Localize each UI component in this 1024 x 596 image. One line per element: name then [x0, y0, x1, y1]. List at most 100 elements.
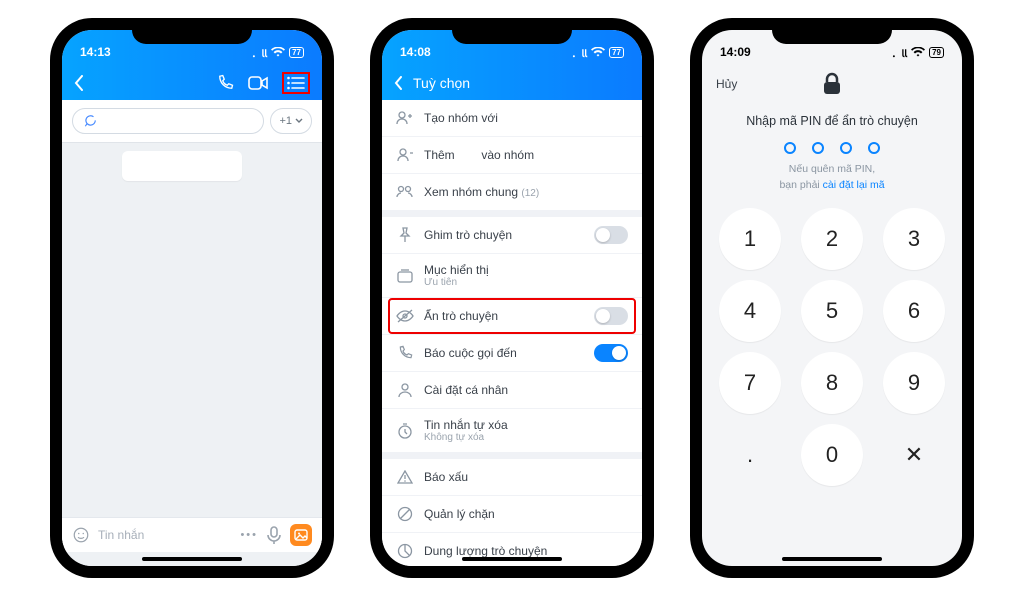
row-report[interactable]: Báo xấu: [382, 459, 642, 496]
call-icon[interactable]: [216, 74, 234, 92]
key-1[interactable]: 1: [719, 208, 781, 270]
key-3[interactable]: 3: [883, 208, 945, 270]
key-0[interactable]: 0: [801, 424, 863, 486]
clock: 14:08: [400, 45, 431, 59]
person-add-icon: [396, 146, 414, 164]
row-pin[interactable]: Ghim trò chuyện: [382, 217, 642, 254]
key-5[interactable]: 5: [801, 280, 863, 342]
status-right: ．𝗅𝗅 77: [572, 45, 624, 60]
back-button[interactable]: [74, 75, 84, 91]
pin-hint: Nếu quên mã PIN, bạn phải cài đặt lại mã: [702, 162, 962, 194]
wifi-icon: [591, 47, 605, 57]
signal-icon: ．𝗅𝗅: [252, 45, 268, 60]
phone-frame-3: 14:09 ．𝗅𝗅 79 Hủy Nhập mã PIN để ẩn trò c…: [692, 20, 972, 576]
sticker-icon[interactable]: [72, 526, 90, 544]
home-indicator: [782, 557, 882, 561]
row-create-group[interactable]: Tạo nhóm với: [382, 100, 642, 137]
phone-frame-2: 14:08 ．𝗅𝗅 77 Tuỳ chọn Tạo nhóm với: [372, 20, 652, 576]
block-icon: [396, 505, 414, 523]
pin-dots: [702, 142, 962, 154]
signal-icon: ．𝗅𝗅: [572, 45, 588, 60]
back-button[interactable]: [394, 76, 403, 90]
message-card: [122, 151, 242, 181]
clock: 14:13: [80, 45, 111, 59]
call-alert-toggle[interactable]: [594, 344, 628, 362]
row-storage[interactable]: Dung lượng trò chuyện: [382, 533, 642, 566]
mic-icon[interactable]: [266, 526, 282, 544]
chat-body: +1 Tin nhắn •••: [62, 100, 322, 566]
display-icon: [396, 267, 414, 285]
groups-icon: [396, 183, 414, 201]
battery-icon: 77: [609, 47, 624, 58]
cancel-button[interactable]: Hủy: [716, 77, 737, 91]
wifi-icon: [271, 47, 285, 57]
image-icon: [294, 529, 308, 541]
screen-3: 14:09 ．𝗅𝗅 79 Hủy Nhập mã PIN để ẩn trò c…: [702, 30, 962, 566]
menu-list-icon: [287, 76, 305, 90]
message-input[interactable]: Tin nhắn: [98, 528, 232, 542]
phone-frame-1: 14:13 ．𝗅𝗅 77: [52, 20, 332, 576]
row-block[interactable]: Quản lý chặn: [382, 496, 642, 533]
settings-person-icon: [396, 381, 414, 399]
pin-dot: [840, 142, 852, 154]
row-hide-chat[interactable]: Ẩn trò chuyện: [382, 298, 642, 335]
pin-dot: [868, 142, 880, 154]
notch: [452, 20, 572, 44]
home-indicator: [142, 557, 242, 561]
row-shared-groups[interactable]: Xem nhóm chung (12): [382, 174, 642, 211]
pin-icon: [396, 226, 414, 244]
chat-nav: [62, 66, 322, 100]
plus-one-badge[interactable]: +1: [270, 108, 312, 134]
search-chip[interactable]: [72, 108, 264, 134]
key-delete[interactable]: ✕: [883, 424, 945, 486]
screen-1: 14:13 ．𝗅𝗅 77: [62, 30, 322, 566]
row-add-to-group[interactable]: Thêm vào nhóm: [382, 137, 642, 174]
signal-icon: ．𝗅𝗅: [892, 45, 908, 60]
options-nav: Tuỳ chọn: [382, 66, 642, 100]
status-right: ．𝗅𝗅 77: [252, 45, 304, 60]
wifi-icon: [911, 47, 925, 57]
call-alert-icon: [396, 344, 414, 362]
key-9[interactable]: 9: [883, 352, 945, 414]
eye-off-icon: [396, 307, 414, 325]
more-icon[interactable]: •••: [240, 529, 258, 541]
home-indicator: [462, 557, 562, 561]
key-4[interactable]: 4: [719, 280, 781, 342]
pin-title: Nhập mã PIN để ẩn trò chuyện: [702, 114, 962, 128]
key-6[interactable]: 6: [883, 280, 945, 342]
video-icon[interactable]: [248, 76, 268, 90]
options-list: Tạo nhóm với Thêm vào nhóm Xem nhóm chun…: [382, 100, 642, 566]
chip-row: +1: [62, 100, 322, 143]
pin-dot: [784, 142, 796, 154]
pin-dot: [812, 142, 824, 154]
hide-toggle[interactable]: [594, 307, 628, 325]
row-auto-delete[interactable]: Tin nhắn tự xóaKhông tự xóa: [382, 409, 642, 453]
reset-link[interactable]: cài đặt lại mã: [823, 179, 885, 191]
notch: [132, 20, 252, 44]
row-display[interactable]: Mục hiển thịƯu tiên: [382, 254, 642, 298]
status-right: ．𝗅𝗅 79: [892, 45, 944, 60]
image-button[interactable]: [290, 524, 312, 546]
chevron-down-icon: [295, 118, 303, 124]
pin-toggle[interactable]: [594, 226, 628, 244]
pie-icon: [396, 542, 414, 560]
message-input-bar: Tin nhắn •••: [62, 517, 322, 552]
warning-icon: [396, 468, 414, 486]
key-7[interactable]: 7: [719, 352, 781, 414]
row-personal[interactable]: Cài đặt cá nhân: [382, 372, 642, 409]
key-8[interactable]: 8: [801, 352, 863, 414]
pin-header: Hủy: [702, 66, 962, 106]
screen-2: 14:08 ．𝗅𝗅 77 Tuỳ chọn Tạo nhóm với: [382, 30, 642, 566]
lock-icon: [821, 72, 843, 96]
battery-icon: 79: [929, 47, 944, 58]
notch: [772, 20, 892, 44]
key-2[interactable]: 2: [801, 208, 863, 270]
keypad: 1 2 3 4 5 6 7 8 9 . 0 ✕: [702, 208, 962, 486]
nav-title: Tuỳ chọn: [413, 75, 470, 91]
row-call-alert[interactable]: Báo cuộc gọi đến: [382, 335, 642, 372]
menu-button-highlighted[interactable]: [282, 72, 310, 94]
battery-icon: 77: [289, 47, 304, 58]
group-add-icon: [396, 109, 414, 127]
timer-icon: [396, 422, 414, 440]
key-dot[interactable]: .: [719, 424, 781, 486]
